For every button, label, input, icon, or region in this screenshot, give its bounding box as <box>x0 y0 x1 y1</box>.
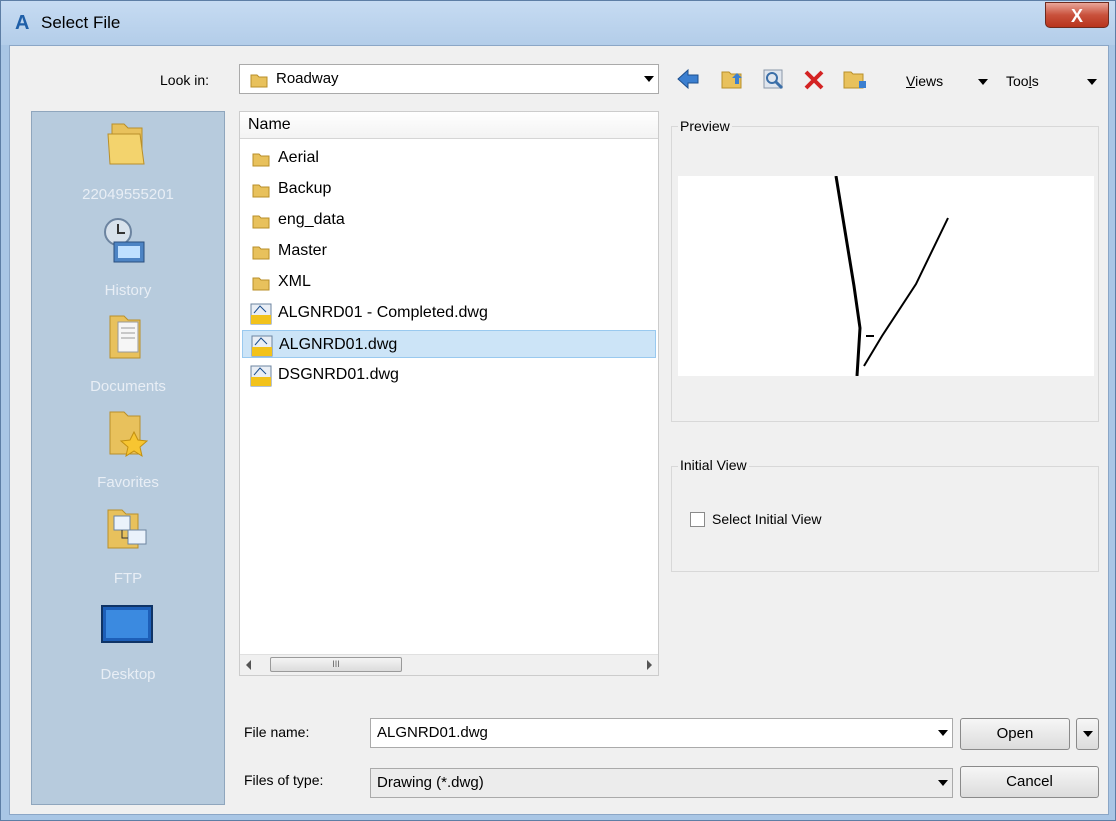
scroll-right-icon[interactable] <box>647 660 652 670</box>
chevron-down-icon[interactable] <box>934 719 952 747</box>
search-web-icon[interactable] <box>762 66 786 92</box>
folder-icon <box>107 123 145 165</box>
drawing-preview-image <box>678 176 1094 376</box>
place-label: Desktop <box>100 666 156 683</box>
folder-icon <box>252 215 270 229</box>
folder-icon <box>252 184 270 198</box>
chevron-down-icon <box>1083 731 1093 737</box>
dwg-file-icon <box>250 303 272 325</box>
place-label: History <box>104 282 152 299</box>
tools-dropdown-icon[interactable] <box>1087 79 1097 85</box>
place-label: Documents <box>90 378 166 395</box>
initial-view-title: Initial View <box>678 457 749 473</box>
place-label: FTP <box>113 570 143 587</box>
list-item-selected[interactable]: ALGNRD01.dwg <box>242 330 656 358</box>
file-name: ALGNRD01.dwg <box>279 336 398 353</box>
list-item[interactable]: Master <box>242 237 656 265</box>
scroll-thumb[interactable]: III <box>270 657 402 672</box>
scroll-left-icon[interactable] <box>246 660 251 670</box>
file-name-combo[interactable]: ALGNRD01.dwg <box>370 718 953 748</box>
place-favorites[interactable]: Favorites <box>32 408 224 498</box>
dwg-file-icon <box>250 365 272 387</box>
place-ftp[interactable]: FTP <box>32 504 224 594</box>
select-initial-view-label: Select Initial View <box>712 511 822 527</box>
file-name: ALGNRD01 - Completed.dwg <box>278 304 488 321</box>
folder-icon <box>252 153 270 167</box>
select-file-dialog: A Select File X Look in: Roadway Views T… <box>0 0 1116 821</box>
horizontal-scrollbar[interactable]: III <box>240 654 658 675</box>
cancel-button[interactable]: Cancel <box>960 766 1099 798</box>
favorites-icon <box>109 411 149 458</box>
column-header-name[interactable]: Name <box>240 112 658 139</box>
list-item[interactable]: eng_data <box>242 206 656 234</box>
file-name-value: ALGNRD01.dwg <box>377 724 488 741</box>
chevron-down-icon[interactable] <box>640 65 658 93</box>
open-options-button[interactable] <box>1076 718 1099 750</box>
file-name: Aerial <box>278 149 319 166</box>
tools-menu[interactable]: Tools <box>1006 73 1039 89</box>
place-label: 22049555201 <box>82 186 174 203</box>
place-project-folder[interactable]: 22049555201 <box>32 120 224 210</box>
preview-title: Preview <box>678 118 732 134</box>
file-name: Master <box>278 242 327 259</box>
open-button-label: Open <box>996 725 1034 742</box>
folder-icon <box>252 246 270 260</box>
file-name: Backup <box>278 180 332 197</box>
new-folder-icon[interactable] <box>842 66 868 92</box>
delete-icon[interactable] <box>802 66 826 92</box>
file-name-label: File name: <box>244 724 310 740</box>
files-of-type-combo[interactable]: Drawing (*.dwg) <box>370 768 953 798</box>
file-name: eng_data <box>278 211 345 228</box>
open-button[interactable]: Open <box>960 718 1070 750</box>
folder-icon <box>252 277 270 291</box>
place-label: Favorites <box>97 474 159 491</box>
list-item[interactable]: Backup <box>242 175 656 203</box>
place-history[interactable]: History <box>32 216 224 306</box>
column-header-label: Name <box>248 116 291 133</box>
window-title: Select File <box>41 13 121 32</box>
look-in-label: Look in: <box>160 72 210 88</box>
folder-icon <box>250 74 268 88</box>
autocad-app-icon: A <box>15 12 30 34</box>
look-in-combo[interactable]: Roadway <box>239 64 659 94</box>
documents-icon <box>109 315 141 359</box>
title-bar[interactable]: A Select File X <box>1 1 1115 45</box>
views-menu[interactable]: Views <box>906 73 943 89</box>
chevron-down-icon[interactable] <box>934 769 952 797</box>
list-item[interactable]: ALGNRD01 - Completed.dwg <box>242 299 656 327</box>
look-in-value: Roadway <box>276 70 339 87</box>
file-name: XML <box>278 273 311 290</box>
files-of-type-value: Drawing (*.dwg) <box>377 774 484 791</box>
file-name: DSGNRD01.dwg <box>278 366 399 383</box>
select-initial-view-checkbox[interactable] <box>690 512 705 527</box>
list-item[interactable]: DSGNRD01.dwg <box>242 361 656 389</box>
dwg-file-icon <box>251 335 273 357</box>
dialog-body: Look in: Roadway Views Tools 22049555201… <box>9 45 1109 815</box>
up-folder-icon[interactable] <box>720 66 744 92</box>
ftp-icon <box>107 509 147 549</box>
file-list[interactable]: Name Aerial Backup eng_data Master XML A… <box>239 111 659 676</box>
places-bar: 22049555201 History Documents Favorites … <box>31 111 225 805</box>
place-desktop[interactable]: Desktop <box>32 600 224 690</box>
desktop-icon <box>101 605 153 643</box>
place-documents[interactable]: Documents <box>32 312 224 402</box>
views-dropdown-icon[interactable] <box>978 79 988 85</box>
history-icon <box>104 218 145 263</box>
close-button[interactable]: X <box>1045 2 1109 28</box>
back-icon[interactable] <box>676 66 700 92</box>
views-label: iews <box>915 73 944 89</box>
list-item[interactable]: XML <box>242 268 656 296</box>
files-of-type-label: Files of type: <box>244 772 324 788</box>
list-item[interactable]: Aerial <box>242 144 656 172</box>
